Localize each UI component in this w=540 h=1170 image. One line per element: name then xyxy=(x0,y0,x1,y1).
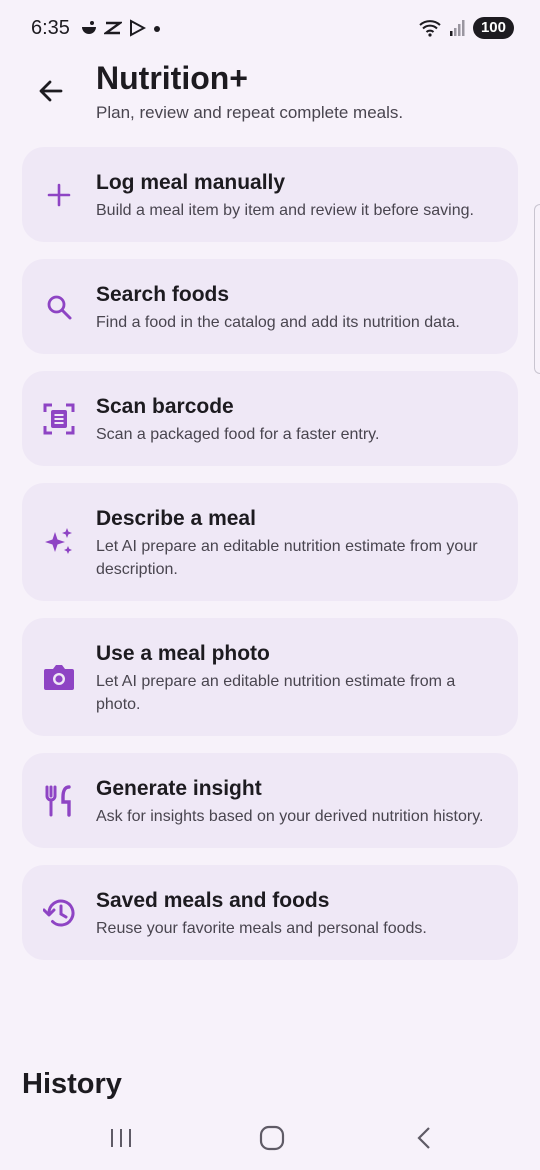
card-title: Use a meal photo xyxy=(96,642,270,665)
home-button[interactable] xyxy=(252,1120,292,1156)
page-title: Nutrition+ xyxy=(96,60,248,96)
scrollbar[interactable] xyxy=(534,204,540,374)
log-meal-manually-card[interactable]: Log meal manually Build a meal item by i… xyxy=(22,147,518,242)
card-title: Search foods xyxy=(96,283,230,306)
page-subtitle: Plan, review and repeat complete meals. xyxy=(96,103,404,122)
status-bar: 6:35 100 xyxy=(0,0,540,58)
generate-insight-card[interactable]: Generate insight Ask for insights based … xyxy=(22,753,518,848)
status-time: 6:35 xyxy=(31,17,70,39)
system-navigation-bar xyxy=(0,1104,540,1170)
battery-indicator: 100 xyxy=(472,17,514,39)
sparkle-icon xyxy=(42,525,76,559)
history-icon xyxy=(42,896,76,930)
card-description: Ask for insights based on your derived n… xyxy=(96,808,484,825)
recent-apps-icon xyxy=(111,1129,131,1147)
signal-icon xyxy=(449,20,465,36)
plus-icon xyxy=(42,178,76,212)
card-title: Scan barcode xyxy=(96,395,234,418)
card-description: Find a food in the catalog and add its n… xyxy=(96,314,460,331)
capcut-icon xyxy=(104,21,122,35)
chevron-left-icon xyxy=(417,1127,430,1149)
card-description: Let AI prepare an editable nutrition est… xyxy=(96,538,478,578)
describe-meal-card[interactable]: Describe a meal Let AI prepare an editab… xyxy=(22,483,518,601)
card-description: Let AI prepare an editable nutrition est… xyxy=(96,673,456,713)
wifi-icon xyxy=(419,20,441,37)
notification-icons xyxy=(80,19,162,37)
system-back-button[interactable] xyxy=(404,1120,444,1156)
history-heading: History xyxy=(22,1068,122,1100)
scan-barcode-card[interactable]: Scan barcode Scan a packaged food for a … xyxy=(22,371,518,466)
more-notifications-dot-icon xyxy=(154,26,160,32)
search-icon xyxy=(42,290,76,324)
recent-apps-button[interactable] xyxy=(101,1120,141,1156)
card-title: Saved meals and foods xyxy=(96,889,330,912)
saved-meals-foods-card[interactable]: Saved meals and foods Reuse your favorit… xyxy=(22,865,518,960)
use-meal-photo-card[interactable]: Use a meal photo Let AI prepare an edita… xyxy=(22,618,518,736)
search-foods-card[interactable]: Search foods Find a food in the catalog … xyxy=(22,259,518,354)
barcode-scan-icon xyxy=(42,402,76,436)
card-description: Scan a packaged food for a faster entry. xyxy=(96,426,380,443)
bowl-icon xyxy=(82,21,96,34)
card-description: Reuse your favorite meals and personal f… xyxy=(96,920,427,937)
back-button[interactable] xyxy=(34,74,68,108)
restaurant-icon xyxy=(42,784,76,818)
card-description: Build a meal item by item and review it … xyxy=(96,202,474,219)
action-list: Log meal manually Build a meal item by i… xyxy=(22,147,518,977)
home-icon xyxy=(259,1125,285,1151)
play-store-icon xyxy=(130,19,146,37)
card-title: Generate insight xyxy=(96,777,262,800)
card-title: Log meal manually xyxy=(96,171,286,194)
camera-icon xyxy=(42,660,76,694)
card-title: Describe a meal xyxy=(96,507,256,530)
arrow-back-icon xyxy=(39,80,63,102)
